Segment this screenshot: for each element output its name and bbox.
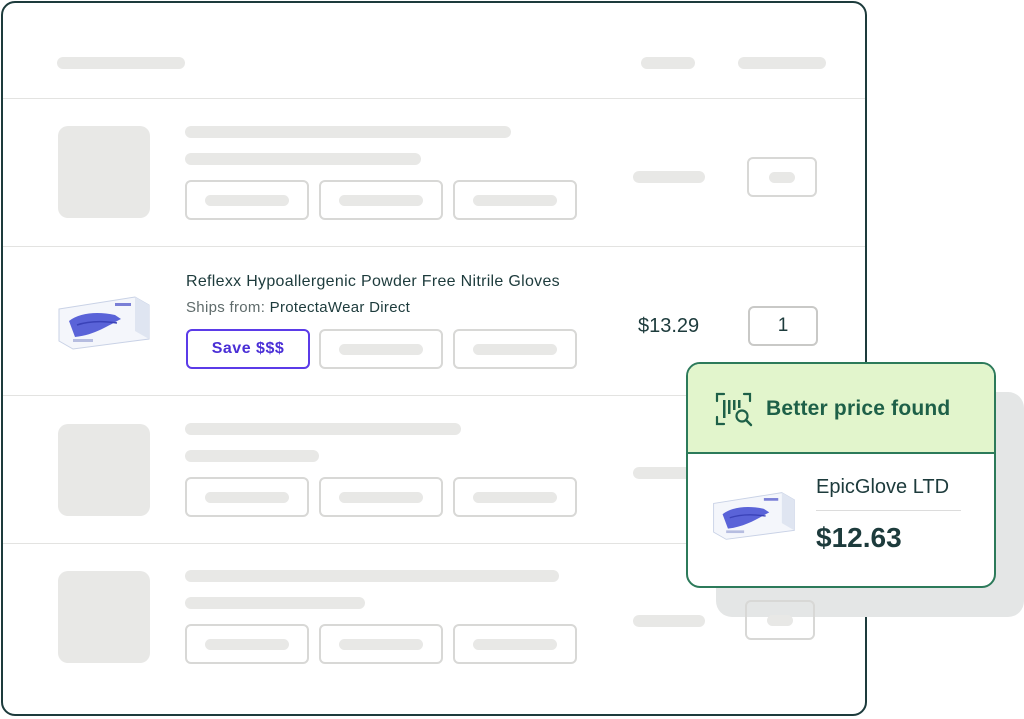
save-button[interactable]: Save $$$ <box>186 329 310 369</box>
item-price: $13.29 <box>638 315 700 337</box>
seller-name: EpicGlove LTD <box>816 476 950 498</box>
action-pill-placeholder[interactable] <box>319 329 443 369</box>
text-skeleton <box>185 423 461 435</box>
product-title[interactable]: Reflexx Hypoallergenic Powder Free Nitri… <box>186 273 560 291</box>
product-thumbnail-placeholder <box>58 571 150 663</box>
quantity-placeholder[interactable] <box>745 600 815 640</box>
text-skeleton <box>185 570 559 582</box>
better-price-header: Better price found <box>688 364 994 454</box>
quantity-placeholder[interactable] <box>747 157 817 197</box>
ships-from-vendor: ProtectaWear Direct <box>269 299 411 316</box>
action-pill-placeholder[interactable] <box>185 477 309 517</box>
barcode-search-icon <box>715 392 753 427</box>
divider <box>3 98 865 99</box>
header-skeleton-qty <box>738 57 826 69</box>
header-skeleton-product <box>57 57 185 69</box>
product-thumbnail-placeholder <box>58 126 150 218</box>
quantity-field[interactable]: 1 <box>748 306 818 346</box>
divider <box>3 246 865 247</box>
divider <box>816 510 961 511</box>
better-price-card[interactable]: Better price found EpicGlove LTD $12.63 <box>686 362 996 588</box>
text-skeleton <box>185 450 319 462</box>
action-pill-placeholder[interactable] <box>185 180 309 220</box>
better-price-value: $12.63 <box>816 522 902 553</box>
action-pill-placeholder[interactable] <box>319 477 443 517</box>
action-pill-placeholder[interactable] <box>453 180 577 220</box>
ships-from-label: Ships from: <box>186 299 266 316</box>
glove-box-image <box>713 492 795 540</box>
action-pill-placeholder[interactable] <box>185 624 309 664</box>
action-pill-placeholder[interactable] <box>453 477 577 517</box>
header-skeleton-price <box>641 57 695 69</box>
better-price-heading: Better price found <box>766 397 951 420</box>
text-skeleton <box>185 597 365 609</box>
action-pill-placeholder[interactable] <box>453 329 577 369</box>
text-skeleton <box>185 153 421 165</box>
price-skeleton <box>633 171 705 183</box>
action-pill-placeholder[interactable] <box>453 624 577 664</box>
ships-from: Ships from: ProtectaWear Direct <box>186 299 410 316</box>
action-pill-placeholder[interactable] <box>319 180 443 220</box>
glove-box-image <box>58 296 150 350</box>
product-thumbnail-placeholder <box>58 424 150 516</box>
action-pill-placeholder[interactable] <box>319 624 443 664</box>
price-skeleton <box>633 615 705 627</box>
text-skeleton <box>185 126 511 138</box>
